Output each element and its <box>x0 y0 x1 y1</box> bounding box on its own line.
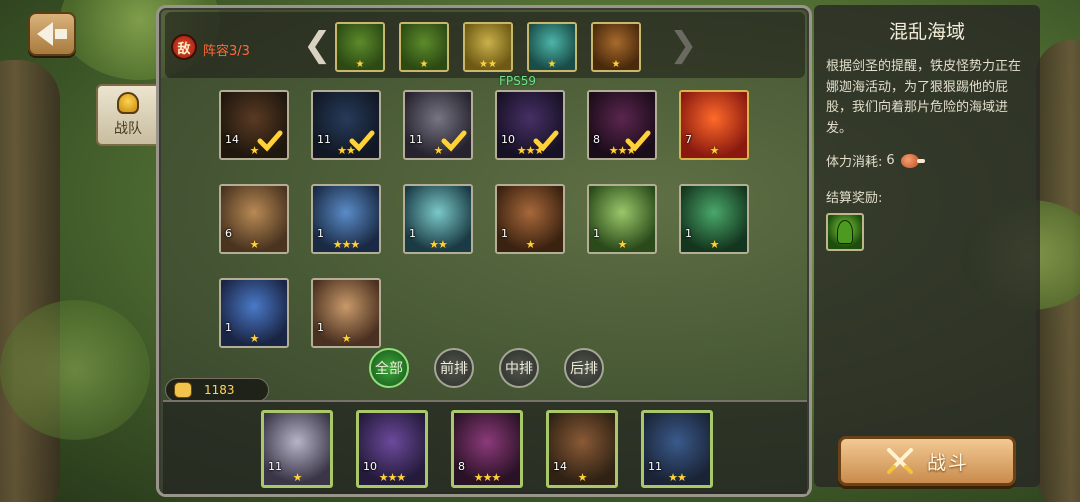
checkmark-icon <box>349 130 375 152</box>
team-member-card[interactable]: 8 ★★★ <box>451 410 523 488</box>
enemy-prev-button[interactable]: ❮ <box>303 28 332 62</box>
reward-label: 结算奖励: <box>826 191 883 206</box>
enemy-next-button[interactable]: ❯ <box>669 28 698 62</box>
hero-stars: ★ <box>249 332 260 345</box>
fist-icon <box>174 382 192 398</box>
team-stars: ★★★ <box>473 471 502 484</box>
team-member-card[interactable]: 11 ★ <box>261 410 333 488</box>
hero-roster: 14 ★ 11 ★★ 11 ★ 10 ★★★ 8 ★★★ 7 ★ 6 ★ 1 ★★★ 1 ★★ 1 ★ 1 ★ 1 ★ 1 ★ 1 ★ <box>219 90 799 348</box>
filter-button[interactable]: 全部 <box>369 348 409 388</box>
enemy-stars: ★ <box>355 59 365 70</box>
enemy-stars: ★ <box>547 59 557 70</box>
lineup-count: 阵容3/3 <box>203 44 250 59</box>
hero-card[interactable]: 1 ★ <box>219 278 289 348</box>
hero-card[interactable]: 1 ★ <box>587 184 657 254</box>
enemy-badge-icon: 敌 <box>171 34 197 60</box>
hero-stars: ★ <box>709 144 720 157</box>
hero-card[interactable]: 1 ★ <box>495 184 565 254</box>
hero-stars: ★ <box>249 238 260 251</box>
team-stars: ★★ <box>668 471 687 484</box>
back-arrow-icon <box>37 22 53 46</box>
hero-stars: ★★ <box>429 238 448 251</box>
team-power-value: 1183 <box>204 383 235 397</box>
team-member-card[interactable]: 11 ★★ <box>641 410 713 488</box>
stage-description: 根据剑圣的提醒，铁皮怪势力正在娜迦海活动，为了狠狠踢他的屁股，我们向着那片危险的… <box>826 59 1022 136</box>
checkmark-icon <box>441 130 467 152</box>
tab-team-label: 战队 <box>114 121 142 137</box>
enemy-slot[interactable]: ★ <box>527 22 577 72</box>
hero-card[interactable]: 1 ★★ <box>403 184 473 254</box>
enemy-slot[interactable]: ★ <box>591 22 641 72</box>
team-selection-panel: 敌 阵容3/3 ❮ ★ ★ ★★ ★ ★ ❯ FPS59 14 ★ 11 ★★ 11 ★ 10 ★★★… <box>156 5 812 497</box>
hero-card[interactable]: 6 ★ <box>219 184 289 254</box>
foliage <box>0 300 150 440</box>
team-power: 1183 <box>165 378 269 402</box>
hero-card[interactable]: 14 ★ <box>219 90 289 160</box>
stamina-label: 体力消耗: <box>826 155 883 170</box>
hero-stars: ★ <box>525 238 536 251</box>
hero-card[interactable]: 1 ★★★ <box>311 184 381 254</box>
selected-team-strip: 11 ★ 10 ★★★ 8 ★★★ 14 ★ 11 ★★ <box>163 400 807 494</box>
hero-card[interactable]: 1 ★ <box>679 184 749 254</box>
crossed-swords-icon <box>886 448 913 474</box>
checkmark-icon <box>625 130 651 152</box>
hooded-figure-icon <box>837 220 853 244</box>
hero-card[interactable]: 10 ★★★ <box>495 90 565 160</box>
fight-button[interactable]: 战斗 <box>838 436 1016 486</box>
hero-stars: ★★★ <box>332 238 361 251</box>
enemy-lineup-bar: 敌 阵容3/3 ❮ ★ ★ ★★ ★ ★ ❯ <box>165 12 805 78</box>
fight-button-label: 战斗 <box>926 451 969 474</box>
hero-card[interactable]: 1 ★ <box>311 278 381 348</box>
checkmark-icon <box>257 130 283 152</box>
helmet-icon <box>117 92 139 114</box>
stage-title: 混乱海域 <box>888 21 965 43</box>
enemy-stars: ★ <box>611 59 621 70</box>
reward-item[interactable] <box>826 213 864 251</box>
fps-counter: FPS59 <box>499 74 537 88</box>
checkmark-icon <box>533 130 559 152</box>
stage-info-panel: 混乱海域 根据剑圣的提醒，铁皮怪势力正在娜迦海活动，为了狠狠踢他的屁股，我们向着… <box>814 5 1040 487</box>
hero-card[interactable]: 7 ★ <box>679 90 749 160</box>
stamina-value: 6 <box>886 153 895 168</box>
enemy-slot[interactable]: ★★ <box>463 22 513 72</box>
hero-card[interactable]: 11 ★★ <box>311 90 381 160</box>
team-stars: ★ <box>577 471 588 484</box>
hero-card[interactable]: 8 ★★★ <box>587 90 657 160</box>
enemy-slot[interactable]: ★ <box>335 22 385 72</box>
back-button[interactable] <box>28 12 76 56</box>
filter-button[interactable]: 后排 <box>564 348 604 388</box>
team-member-card[interactable]: 14 ★ <box>546 410 618 488</box>
hero-stars: ★ <box>617 238 628 251</box>
tab-team[interactable]: 战队 <box>96 84 160 146</box>
meat-icon <box>900 153 925 168</box>
filter-button[interactable]: 中排 <box>499 348 539 388</box>
team-stars: ★ <box>292 471 303 484</box>
stamina-cost: 体力消耗: 6 <box>826 151 925 170</box>
filter-button[interactable]: 前排 <box>434 348 474 388</box>
hero-card[interactable]: 11 ★ <box>403 90 473 160</box>
enemy-stars: ★ <box>419 59 429 70</box>
team-stars: ★★★ <box>378 471 407 484</box>
team-member-card[interactable]: 10 ★★★ <box>356 410 428 488</box>
enemy-slot[interactable]: ★ <box>399 22 449 72</box>
hero-stars: ★ <box>709 238 720 251</box>
enemy-stars: ★★ <box>479 59 497 70</box>
hero-stars: ★ <box>341 332 352 345</box>
